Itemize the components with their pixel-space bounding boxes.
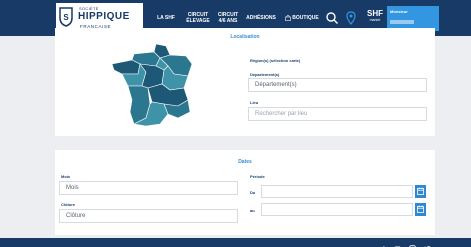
footer: f	[0, 238, 471, 247]
periode-label: Période	[250, 174, 265, 179]
dates-card: Dates Mois Mois Clôture Clôture Période …	[55, 150, 435, 235]
nav-circuit-4-6-line2: 4/6 ANS	[218, 18, 238, 24]
svg-text:S: S	[63, 13, 69, 22]
france-region-map[interactable]	[112, 42, 194, 128]
lieu-placeholder: Rechercher par lieu	[255, 111, 308, 117]
nav-la-shf-label: LA SHF	[157, 15, 175, 21]
lieu-label: Lieu	[250, 100, 259, 105]
nav-boutique-label: BOUTIQUE	[292, 15, 319, 21]
location-icon[interactable]	[343, 10, 359, 26]
date-to-field[interactable]	[261, 203, 413, 216]
mois-value: Mois	[66, 185, 79, 191]
au-label: au	[250, 208, 255, 213]
nav-adhesions-label: ADHÉSIONS	[246, 15, 276, 21]
cloture-label: Clôture	[61, 202, 75, 207]
twitter-icon[interactable]	[424, 239, 431, 247]
instagram-icon[interactable]	[409, 239, 416, 247]
date-from-calendar-button[interactable]	[415, 185, 426, 198]
shf-market-small: market	[369, 18, 381, 22]
facebook-icon[interactable]: f	[380, 239, 387, 246]
calendar-icon	[417, 205, 424, 213]
shield-icon: S	[59, 7, 73, 27]
nav-circuit-4-6-label: CIRCUIT 4/6 ANS	[218, 12, 238, 24]
shf-market-big: SHF	[367, 9, 383, 18]
nav-circuit-elevage-line2: ÉLEVAGE	[186, 18, 210, 24]
localisation-title: Localisation	[230, 34, 260, 40]
mois-select[interactable]: Mois	[59, 181, 238, 195]
departement-label: Département(s)	[250, 72, 280, 77]
departement-placeholder: Département(s)	[255, 82, 297, 88]
cloture-value: Clôture	[66, 213, 86, 219]
date-to-calendar-button[interactable]	[415, 203, 426, 216]
shf-market-link[interactable]: SHF market	[364, 9, 386, 22]
nav-circuit-elevage-label: CIRCUIT ÉLEVAGE	[186, 12, 210, 24]
account-name-placeholder	[390, 20, 414, 24]
departement-field[interactable]: Département(s)	[248, 78, 427, 92]
shopping-bag-icon	[285, 15, 292, 21]
account-greeting: Monsieur	[390, 9, 408, 14]
map-region-bretagne[interactable]	[112, 59, 141, 75]
date-from-field[interactable]	[261, 185, 413, 198]
search-icon[interactable]	[325, 11, 339, 25]
mois-label: Mois	[61, 174, 71, 179]
du-label: Du	[250, 190, 256, 195]
calendar-icon	[417, 187, 424, 195]
logo-main-text: HIPPIQUE	[78, 11, 130, 22]
dates-title: Dates	[238, 159, 252, 165]
region-label: Région(s) (sélection carte)	[250, 58, 301, 63]
cloture-select[interactable]: Clôture	[59, 209, 238, 223]
youtube-icon[interactable]	[394, 239, 401, 247]
lieu-search-field[interactable]: Rechercher par lieu	[248, 107, 427, 121]
